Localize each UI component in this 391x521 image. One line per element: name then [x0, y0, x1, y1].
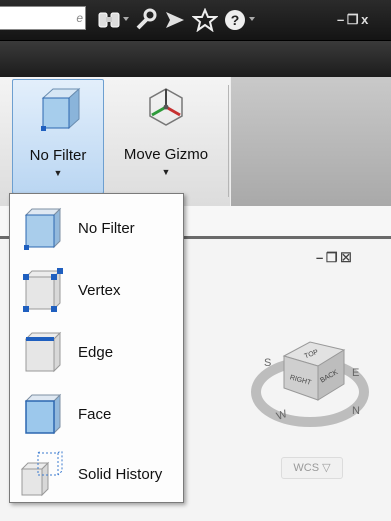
menu-item-label: Vertex	[78, 282, 121, 299]
search-input[interactable]: e	[0, 6, 86, 30]
menu-item-label: Edge	[78, 344, 114, 361]
no-filter-icon	[24, 207, 62, 250]
viewport-controls[interactable]: – ❐ ☒	[316, 250, 352, 266]
window-controls[interactable]: – ❐ x	[337, 12, 368, 28]
menu-item-label: Solid History	[78, 466, 163, 483]
move-gizmo-icon	[149, 88, 183, 126]
menu-item-edge[interactable]: Edge	[10, 320, 183, 382]
svg-text:?: ?	[231, 12, 240, 28]
vertex-icon	[23, 268, 63, 312]
wrench-icon[interactable]	[132, 8, 158, 32]
help-icon[interactable]: ?	[222, 8, 248, 32]
menu-item-label: Face	[78, 406, 112, 423]
compass-east[interactable]: E	[352, 367, 359, 379]
no-filter-caret-icon[interactable]: ▼	[13, 168, 103, 178]
move-gizmo-button[interactable]: Move Gizmo ▼	[110, 79, 222, 194]
send-icon[interactable]	[162, 8, 188, 32]
solid-history-icon	[20, 451, 63, 497]
help-dropdown-icon[interactable]	[249, 14, 255, 24]
viewcube[interactable]: TOP RIGHT BACK S E N W	[248, 320, 376, 430]
binoculars-icon[interactable]	[96, 8, 122, 32]
menu-item-no-filter[interactable]: No Filter	[10, 196, 183, 258]
menu-item-face[interactable]: Face	[10, 382, 183, 444]
ribbon-separator	[228, 85, 229, 197]
menu-item-vertex[interactable]: Vertex	[10, 258, 183, 320]
menu-item-label: No Filter	[78, 220, 135, 237]
no-filter-button[interactable]: No Filter ▼	[12, 79, 104, 194]
ribbon-empty-region	[230, 77, 391, 206]
favorites-star-icon[interactable]	[192, 8, 218, 32]
compass-south[interactable]: S	[264, 357, 271, 369]
no-filter-icon	[41, 87, 81, 131]
dropdown-arrow-icon[interactable]	[123, 14, 129, 24]
face-icon	[24, 393, 62, 435]
title-toolbar: e ? – ❐ x	[0, 0, 391, 41]
menu-item-solid-history[interactable]: Solid History	[10, 442, 183, 504]
wcs-dropdown[interactable]: WCS ▽	[281, 457, 343, 479]
compass-north[interactable]: N	[352, 405, 360, 417]
ribbon-tab-row	[0, 41, 391, 77]
edge-icon	[24, 331, 62, 373]
filter-dropdown-menu: No Filter Vertex Edge Face Solid History	[9, 193, 184, 503]
move-gizmo-caret-icon[interactable]: ▼	[110, 167, 222, 177]
no-filter-label: No Filter	[29, 147, 87, 164]
move-gizmo-label: Move Gizmo	[123, 146, 209, 163]
